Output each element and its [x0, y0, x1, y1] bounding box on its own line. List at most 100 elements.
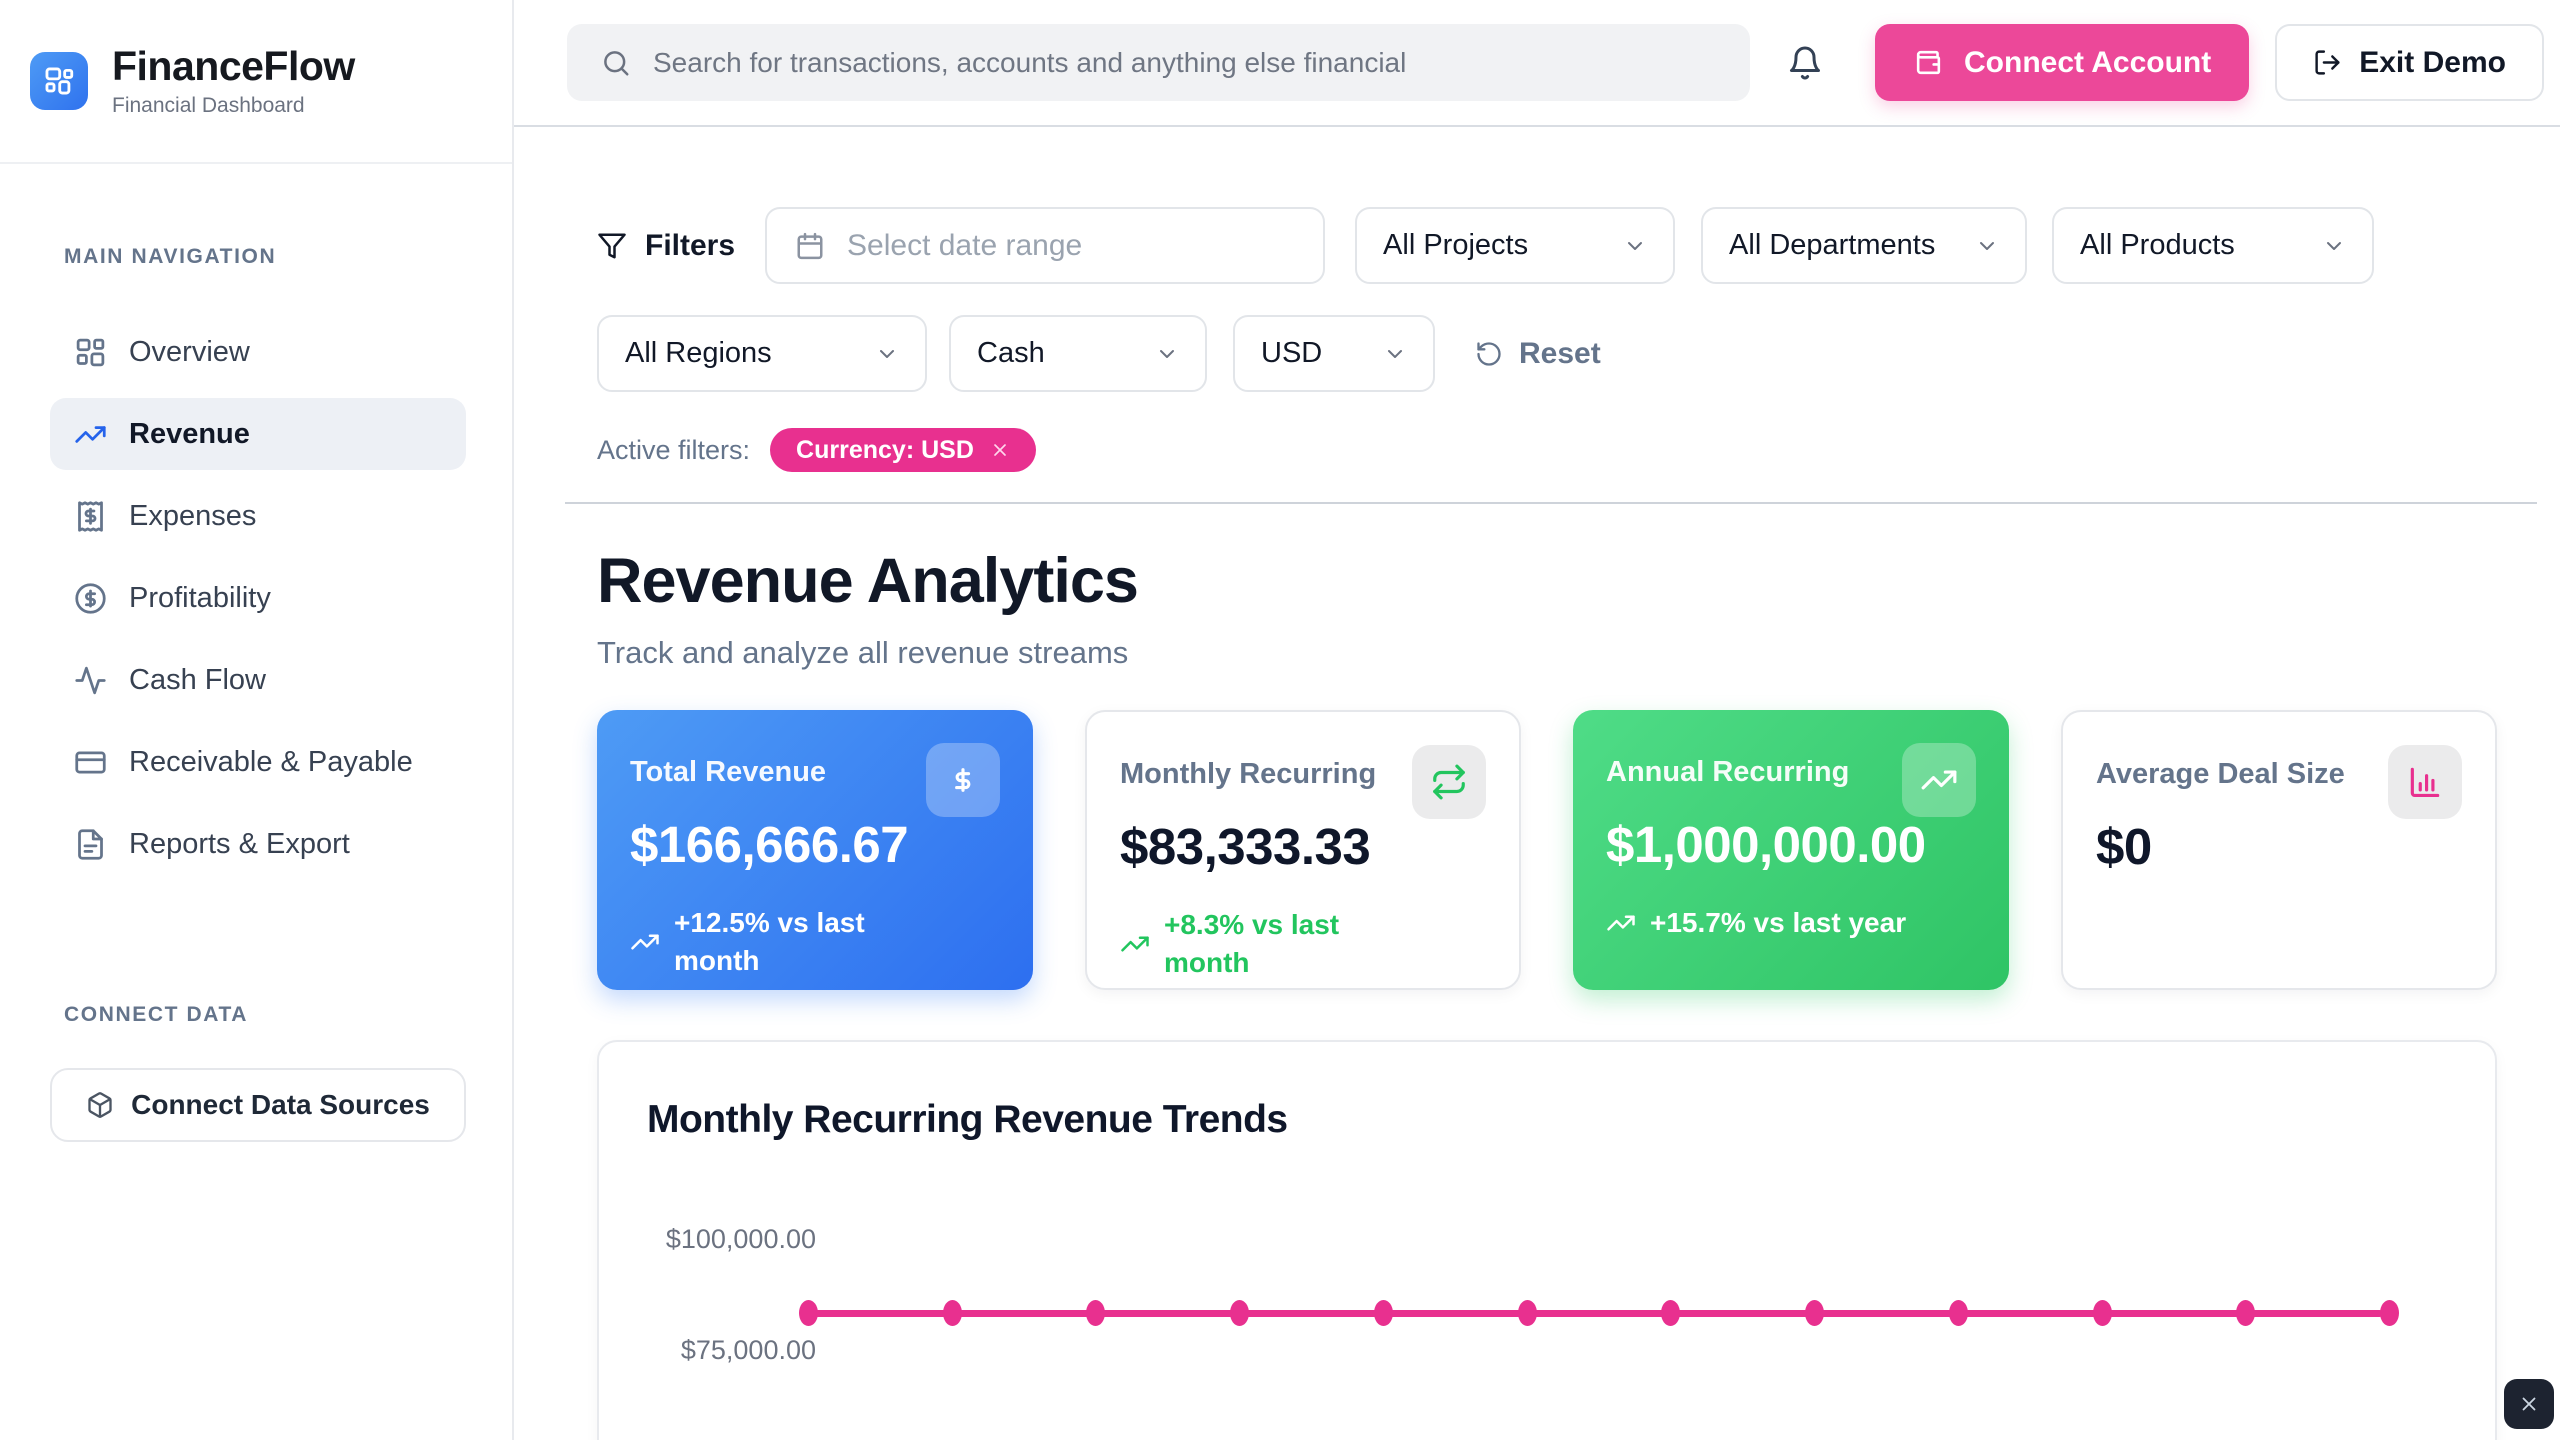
connect-section-label: CONNECT DATA: [64, 1003, 248, 1027]
file-text-icon: [74, 828, 107, 861]
overlay-close-button[interactable]: [2504, 1379, 2554, 1429]
sidebar-item-label: Overview: [129, 336, 250, 369]
calendar-icon: [795, 231, 825, 261]
metric-card-average-deal-size: Average Deal Size $0: [2061, 710, 2497, 990]
chevron-down-icon: [875, 342, 899, 366]
receipt-icon: [74, 500, 107, 533]
trending-up-icon: [1120, 929, 1150, 959]
trending-up-icon: [74, 418, 107, 451]
metric-value: $1,000,000.00: [1606, 815, 1976, 874]
wallet-icon: [1913, 47, 1944, 78]
notifications-button[interactable]: [1787, 41, 1827, 85]
activity-icon: [74, 664, 107, 697]
page-title: Revenue Analytics: [597, 545, 1138, 617]
products-select[interactable]: All Products: [2052, 207, 2374, 284]
nav-section-label: MAIN NAVIGATION: [64, 245, 276, 269]
main-content: Filters Select date range All Projects A…: [514, 127, 2560, 1440]
sidebar: FinanceFlow Financial Dashboard MAIN NAV…: [0, 0, 514, 1440]
sidebar-item-receivable-payable[interactable]: Receivable & Payable: [50, 726, 466, 798]
log-out-icon: [2313, 48, 2342, 77]
chevron-down-icon: [2322, 234, 2346, 258]
app-logo-icon: [30, 52, 88, 110]
active-filters-label: Active filters:: [597, 435, 750, 466]
regions-select-value: All Regions: [625, 337, 772, 370]
currency-select-value: USD: [1261, 337, 1322, 370]
metric-card-annual-recurring: Annual Recurring $1,000,000.00 +15.7% vs…: [1573, 710, 2009, 990]
brand-subtitle: Financial Dashboard: [112, 94, 355, 118]
trending-up-icon: [1902, 743, 1976, 817]
payment-method-select-value: Cash: [977, 337, 1045, 370]
brand: FinanceFlow Financial Dashboard: [0, 0, 512, 164]
sidebar-item-overview[interactable]: Overview: [50, 316, 466, 388]
financeflow-app: FinanceFlow Financial Dashboard MAIN NAV…: [0, 0, 2560, 1440]
filters-row-1: Filters Select date range All Projects A…: [597, 207, 2374, 284]
trending-up-icon: [1606, 908, 1636, 938]
connect-data-sources-label: Connect Data Sources: [131, 1089, 430, 1121]
chevron-down-icon: [1383, 342, 1407, 366]
connect-account-label: Connect Account: [1964, 46, 2211, 80]
currency-select[interactable]: USD: [1233, 315, 1435, 392]
sidebar-item-label: Reports & Export: [129, 828, 350, 861]
metric-value: $0: [2096, 817, 2462, 876]
reset-label: Reset: [1519, 337, 1601, 371]
line-data-point: [943, 1300, 962, 1326]
sidebar-item-profitability[interactable]: Profitability: [50, 562, 466, 634]
sidebar-item-cash-flow[interactable]: Cash Flow: [50, 644, 466, 716]
filters-title: Filters: [597, 229, 735, 263]
sidebar-item-reports-export[interactable]: Reports & Export: [50, 808, 466, 880]
line-data-point: [2380, 1300, 2399, 1326]
cube-icon: [86, 1091, 114, 1119]
chip-label: Currency: USD: [796, 436, 974, 465]
filters-label: Filters: [645, 229, 735, 263]
trending-up-icon: [630, 927, 660, 957]
filters-divider: [565, 502, 2537, 504]
line-data-point: [1518, 1300, 1537, 1326]
metric-delta: +8.3% vs last month: [1120, 906, 1486, 982]
close-icon[interactable]: [990, 440, 1010, 460]
rotate-ccw-icon: [1475, 340, 1503, 368]
sidebar-item-expenses[interactable]: Expenses: [50, 480, 466, 552]
metric-card-total-revenue: Total Revenue $166,666.67 +12.5% vs last…: [597, 710, 1033, 990]
projects-select[interactable]: All Projects: [1355, 207, 1675, 284]
line-data-point: [1949, 1300, 1968, 1326]
filters-row-2: All Regions Cash USD Reset: [597, 315, 1601, 392]
metric-cards: Total Revenue $166,666.67 +12.5% vs last…: [597, 710, 2497, 990]
regions-select[interactable]: All Regions: [597, 315, 927, 392]
currency-filter-chip[interactable]: Currency: USD: [770, 428, 1036, 472]
line-data-point: [2236, 1300, 2255, 1326]
close-icon: [2518, 1393, 2540, 1415]
payment-method-select[interactable]: Cash: [949, 315, 1207, 392]
date-range-placeholder: Select date range: [847, 229, 1082, 263]
sidebar-item-revenue[interactable]: Revenue: [50, 398, 466, 470]
global-search: [567, 24, 1750, 101]
products-select-value: All Products: [2080, 229, 2235, 262]
reset-filters-button[interactable]: Reset: [1475, 337, 1601, 371]
projects-select-value: All Projects: [1383, 229, 1528, 262]
sidebar-item-label: Cash Flow: [129, 664, 266, 697]
chevron-down-icon: [1155, 342, 1179, 366]
sidebar-item-label: Revenue: [129, 418, 250, 451]
dashboard-icon: [74, 336, 107, 369]
brand-text: FinanceFlow Financial Dashboard: [112, 44, 355, 117]
line-data-point: [2093, 1300, 2112, 1326]
connect-data-sources-button[interactable]: Connect Data Sources: [50, 1068, 466, 1142]
active-filters-row: Active filters: Currency: USD: [597, 428, 1036, 472]
bell-icon: [1787, 45, 1823, 81]
line-data-point: [1374, 1300, 1393, 1326]
line-data-point: [1661, 1300, 1680, 1326]
sidebar-item-label: Profitability: [129, 582, 271, 615]
global-search-input[interactable]: [567, 24, 1750, 101]
y-axis-tick: $75,000.00: [644, 1335, 816, 1366]
credit-card-icon: [74, 746, 107, 779]
connect-account-button[interactable]: Connect Account: [1875, 24, 2249, 101]
metric-value: $83,333.33: [1120, 817, 1486, 876]
departments-select-value: All Departments: [1729, 229, 1935, 262]
bar-chart-icon: [2388, 745, 2462, 819]
metric-delta: +12.5% vs last month: [630, 904, 1000, 980]
chevron-down-icon: [1975, 234, 1999, 258]
line-data-point: [1805, 1300, 1824, 1326]
main-navigation: Overview Revenue Expenses: [50, 316, 466, 880]
date-range-input[interactable]: Select date range: [765, 207, 1325, 284]
departments-select[interactable]: All Departments: [1701, 207, 2027, 284]
exit-demo-button[interactable]: Exit Demo: [2275, 24, 2544, 101]
